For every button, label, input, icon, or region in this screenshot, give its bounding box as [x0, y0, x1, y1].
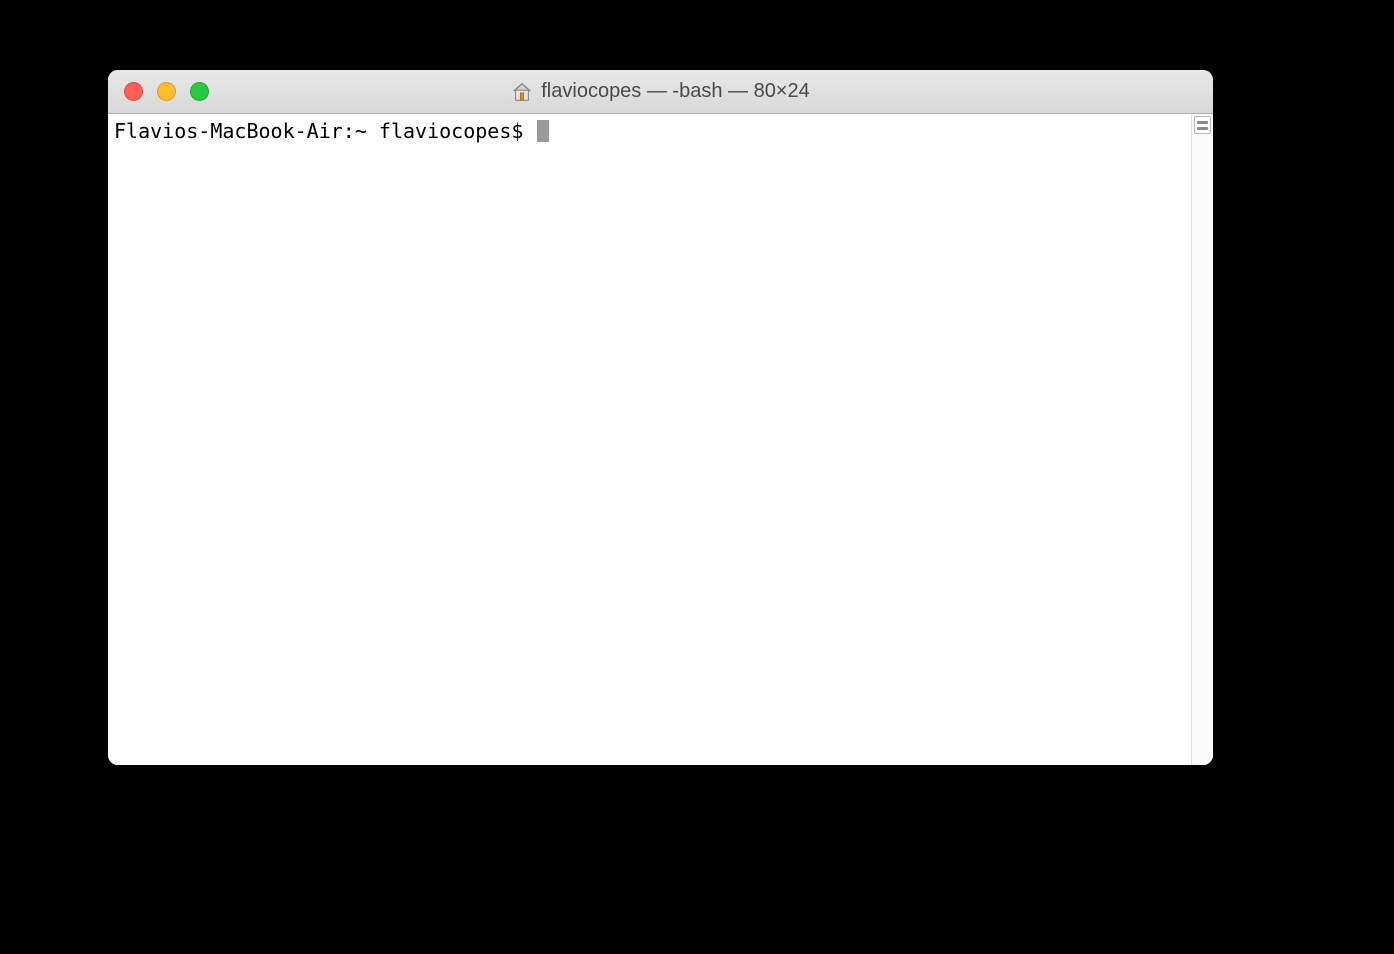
minimize-button[interactable] [157, 82, 176, 101]
vertical-scrollbar[interactable] [1191, 114, 1213, 765]
terminal-window: flaviocopes — -bash — 80×24 Flavios-MacB… [108, 70, 1213, 765]
home-icon [511, 81, 533, 103]
close-button[interactable] [124, 82, 143, 101]
maximize-button[interactable] [190, 82, 209, 101]
text-cursor [537, 120, 549, 142]
traffic-lights [108, 82, 209, 101]
scroll-indicator-icon [1194, 116, 1211, 134]
window-titlebar[interactable]: flaviocopes — -bash — 80×24 [108, 70, 1213, 114]
window-title: flaviocopes — -bash — 80×24 [108, 80, 1213, 103]
shell-prompt: Flavios-MacBook-Air:~ flaviocopes$ [114, 119, 535, 143]
terminal-body: Flavios-MacBook-Air:~ flaviocopes$ [108, 114, 1213, 765]
terminal-text-area[interactable]: Flavios-MacBook-Air:~ flaviocopes$ [108, 114, 1191, 765]
window-title-text: flaviocopes — -bash — 80×24 [541, 80, 810, 103]
